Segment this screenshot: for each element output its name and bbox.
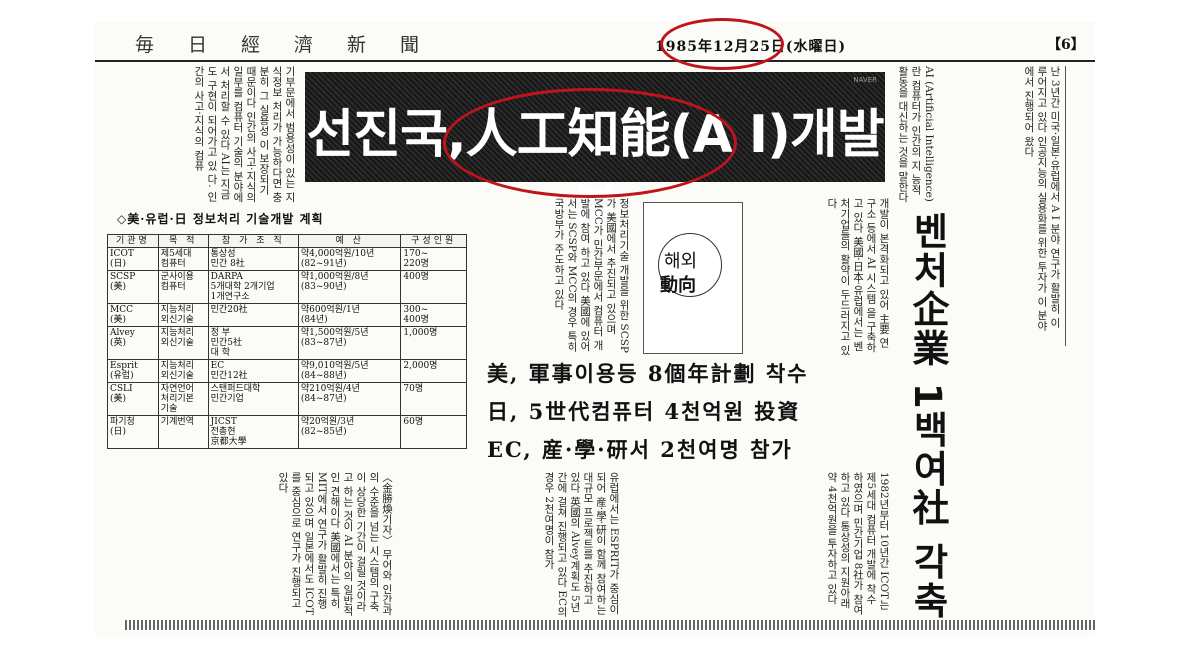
body-text-top-left: 기부문에서 범용성이 있는 지식정보 처리가 가능하다면 충분히 그 실용성 이…	[193, 66, 296, 203]
table-body: ICOT (日) 제5세대 컴퓨터 통상성 민간 8社 약4,000억원/10년 (8…	[107, 247, 467, 449]
table-cell: JICST 전총현 京都大學	[207, 415, 299, 449]
column-divider	[1065, 66, 1066, 346]
body-text-bottom-left: 〈金勝煥기자〉 무어와 인간과의 수준을 넘는 시스템의 구축이 상당한 기간이…	[277, 472, 393, 616]
table-cell: 군사이용 컴퓨터	[157, 270, 209, 304]
table-row: CSLI (美) 자연언어 처리기본 기술 스탠퍼드대학 민간기업 약210억원/4년…	[107, 382, 467, 416]
table-cell: EC 민간12社	[207, 359, 299, 383]
logo-text-top: 해외	[664, 251, 698, 272]
table-cell: 정 부 민간5社 대 학	[207, 326, 299, 360]
table-cell: 170~ 220명	[400, 247, 467, 271]
table-cell: 약20억원/3년 (82~85년)	[297, 415, 402, 449]
table-row: SCSP (美) 군사이용 컴퓨터 DARPA 5개대학 2개기업 1개연구소 약1,…	[107, 270, 467, 304]
body-text-bottom-right: 1982년부터 10년간 ICOT는 제5세대 컴퓨터 개발에 착수 하였으며 …	[826, 472, 890, 615]
table-cell: 2,000명	[400, 359, 467, 383]
byline: 〈金勝煥기자〉	[381, 472, 393, 546]
subhead-japan: 日, 5世代컴퓨터 4천억원 投資	[487, 399, 801, 424]
table-header-row: 기관명 목 적 참 가 조 직 예 산 구성인원	[107, 234, 467, 248]
tech-plan-table: 기관명 목 적 참 가 조 직 예 산 구성인원 ICOT (日) 제5세대 컴퓨…	[107, 234, 467, 449]
logo-text-bottom: 動向	[660, 275, 696, 296]
body-text-middle-right: 개발이 본격화되고 있어 主要 연구소 등에서 AI 시스템 을 구축하고 있다…	[826, 198, 890, 356]
table-cell: CSLI (美)	[107, 382, 159, 416]
body-text-top-right-a: AI (Artificial Intelligence)란 컴퓨터가 인간의 지…	[897, 66, 935, 203]
table-cell: 지능처리 외신기술	[157, 326, 209, 360]
table-cell: ICOT (日)	[107, 247, 159, 271]
table-row: Esprit (유럽) 지능처리 외신기술 EC 민간12社 약9,010억원/5년 …	[107, 359, 467, 383]
table-cell: 약1,000억원/8년 (83~90년)	[297, 270, 402, 304]
table-cell: 지능처리 외신기술	[157, 359, 209, 383]
table-row: ICOT (日) 제5세대 컴퓨터 통상성 민간 8社 약4,000억원/10년 (8…	[107, 247, 467, 271]
masthead-page-number: 【6】	[1047, 37, 1085, 53]
body-text-top-right-b: 난 3년간 미국·일본·유럽에서 A I 분야 연구가 활발히 이루어지고 있다…	[1023, 66, 1061, 331]
table-cell: 약210억원/4년 (84~87년)	[297, 382, 402, 416]
subhead-ec: EC, 産·學·研서 2천여명 참가	[487, 437, 793, 462]
table-cell: 통상성 민간 8社	[207, 247, 299, 271]
body-text-middle-left: 정보처리기술 개발을 위한 SCSP가 美國에서 추진되고 있으며 MCC가 민…	[553, 198, 630, 353]
bottom-border-strip	[125, 620, 1095, 630]
table-cell: 약4,000억원/10년 (82~91년)	[297, 247, 402, 271]
table-cell: 60명	[400, 415, 467, 449]
table-cell: 지능처리 외신기술	[157, 303, 209, 327]
table-cell: Esprit (유럽)	[107, 359, 159, 383]
table-cell: 기계번역	[157, 415, 209, 449]
table-cell: 민간20社	[207, 303, 299, 327]
body-text-bottom-middle: 유럽에서는 ESPRIT가 중심이 되어 産·學·研이 함께 참여하는 대규모 …	[543, 472, 620, 617]
table-cell: 400명	[400, 270, 467, 304]
table-cell: 약9,010억원/5년 (84~88년)	[297, 359, 402, 383]
table-title: ◇美·유럽·日 정보처리 기술개발 계획	[117, 212, 324, 226]
date-highlight-circle	[660, 18, 784, 70]
table-cell: DARPA 5개대학 2개기업 1개연구소	[207, 270, 299, 304]
table-cell: MCC (美)	[107, 303, 159, 327]
table-row: MCC (美) 지능처리 외신기술 민간20社 약600억원/1년 (84년) 300~…	[107, 303, 467, 327]
masthead-paper-name: 毎日經濟新聞	[135, 34, 454, 56]
table-cell: 자연언어 처리기본 기술	[157, 382, 209, 416]
table-header: 구성인원	[400, 234, 467, 248]
table-row: 파기청 (日) 기계번역 JICST 전총현 京都大學 약20억원/3년 (82~85…	[107, 415, 467, 449]
table-cell: 300~ 400명	[400, 303, 467, 327]
table-cell: 1,000명	[400, 326, 467, 360]
table-cell: Alvey (英)	[107, 326, 159, 360]
watermark: NAVER	[853, 76, 877, 84]
table-cell: 제5세대 컴퓨터	[157, 247, 209, 271]
masthead-rule	[95, 60, 1095, 62]
subhead-us: 美, 軍事이용등 8個年計劃 착수	[487, 361, 809, 386]
table-cell: 약1,500억원/5년 (83~87년)	[297, 326, 402, 360]
table-cell: 파기청 (日)	[107, 415, 159, 449]
table-header: 기관명	[107, 234, 159, 248]
headline-highlight-circle	[443, 88, 737, 198]
table-cell: 약600억원/1년 (84년)	[297, 303, 402, 327]
table-header: 예 산	[297, 234, 402, 248]
table-cell: 70명	[400, 382, 467, 416]
table-header: 참 가 조 직	[207, 234, 299, 248]
table-cell: SCSP (美)	[107, 270, 159, 304]
table-header: 목 적	[157, 234, 209, 248]
table-row: Alvey (英) 지능처리 외신기술 정 부 민간5社 대 학 약1,500억원/5…	[107, 326, 467, 360]
overseas-trend-logo: 해외 動向	[643, 202, 743, 354]
sidebar-headline: 벤처企業 1백여社 각축	[906, 212, 949, 621]
table-cell: 스탠퍼드대학 민간기업	[207, 382, 299, 416]
